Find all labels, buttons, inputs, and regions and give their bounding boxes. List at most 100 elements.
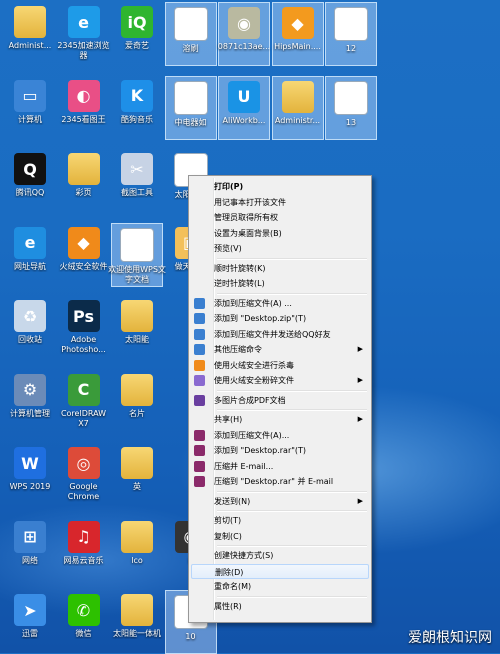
desktop-icon[interactable]: Administ... <box>4 2 56 66</box>
desktop-icon[interactable]: K 酷狗音乐 <box>111 76 163 140</box>
menu-item[interactable]: 添加到 "Desktop.rar"(T) <box>191 443 369 458</box>
desktop-icon[interactable]: ◉ 0871c13ae... <box>218 2 270 66</box>
desktop-icon[interactable]: W 欢迎使用WPS文字文档 <box>108 222 166 287</box>
user-folder-icon <box>14 6 46 38</box>
watermark: 爱朗根知识网 <box>408 630 492 646</box>
desktop-icon-label: 13 <box>345 117 357 127</box>
menu-item[interactable]: 预览(V) <box>191 241 369 256</box>
desktop-icon-label: lco <box>131 555 143 565</box>
menu-separator <box>217 490 367 493</box>
archive-icon <box>194 328 205 340</box>
desktop-icon[interactable]: 太阳能 <box>111 296 163 360</box>
menu-item[interactable]: 创建快捷方式(S) <box>191 548 369 563</box>
pdf-icon <box>194 394 205 406</box>
menu-item[interactable]: 属性(R) <box>191 599 369 614</box>
desktop-icon-label: 0871c13ae... <box>217 42 271 51</box>
menu-item[interactable]: 顺时针旋转(K) <box>191 261 369 276</box>
menu-item[interactable]: 设置为桌面背景(B) <box>191 226 369 241</box>
context-menu: 打印(P) 用记事本打开该文件管理员取得所有权 设置为桌面背景(B) 预览(V) 顺时针… <box>188 175 372 623</box>
browser-e-icon: e <box>67 6 100 38</box>
desktop-icon-label: Administ... <box>8 41 52 50</box>
menu-item[interactable]: 其他压缩命令 ▶ <box>191 342 369 357</box>
menu-item[interactable]: 添加到压缩文件(A)... <box>191 428 369 443</box>
iqiyi-icon: iQ <box>121 6 153 38</box>
desktop-icon[interactable]: ⊞ 网络 <box>4 517 56 581</box>
menu-item-label: 使用火绒安全进行杀毒 <box>214 360 294 370</box>
menu-item[interactable]: 剪切(T) <box>191 513 369 528</box>
desktop-icon-label: 10 <box>185 632 196 641</box>
menu-separator <box>217 409 367 411</box>
desktop-icon[interactable]: U AliWorkb... <box>218 75 270 140</box>
desktop-icon-label: 截图工具 <box>121 188 153 197</box>
menu-item-label: 删除(D) <box>215 567 244 577</box>
menu-item[interactable]: 使用火绒安全粉碎文件 ▶ <box>191 373 369 388</box>
desktop-icon[interactable]: 英 <box>111 443 163 507</box>
archive-icon <box>194 297 205 309</box>
desktop-icon-label: 英 <box>133 482 141 491</box>
desktop-icon[interactable]: ◐ 2345看图王 <box>58 76 110 140</box>
desktop-icon[interactable]: C CorelDRAW X7 <box>58 370 110 434</box>
menu-item[interactable]: 压缩到 "Desktop.rar" 并 E-mail <box>191 474 369 489</box>
menu-item[interactable]: 发送到(N) ▶ <box>191 494 369 509</box>
desktop-icon[interactable]: W WPS 2019 <box>4 443 56 507</box>
desktop-icon[interactable]: e 2345加速浏览器 <box>57 2 110 66</box>
desktop-icon[interactable]: iQ 爱奇艺 <box>111 2 163 66</box>
archive-icon <box>194 344 205 355</box>
desktop-icon[interactable]: 太阳能一体机 <box>111 590 163 654</box>
desktop-icon[interactable]: W 溶刷 <box>164 2 217 66</box>
menu-item[interactable]: 逆时针旋转(L) <box>191 276 369 291</box>
desktop-icon[interactable]: Q 腾讯QQ <box>4 149 56 213</box>
desktop-icon-label: 太阳能一体机 <box>113 629 161 638</box>
netease-music-icon: ♫ <box>67 520 100 553</box>
desktop-icon[interactable]: Administr... <box>271 75 324 140</box>
menu-item[interactable]: 重命名(M) <box>191 579 369 594</box>
menu-item-label: 添加到 "Desktop.rar"(T) <box>214 446 307 455</box>
menu-item[interactable]: 添加到 "Desktop.zip"(T) <box>191 311 369 326</box>
desktop-icon[interactable]: ⚙ 计算机管理 <box>4 370 56 434</box>
menu-item[interactable]: 多图片合成PDF文档 <box>191 393 369 408</box>
desktop-icon-label: 太阳能 <box>125 335 149 344</box>
desktop-icon[interactable]: Ps Adobe Photosho... <box>58 296 110 360</box>
menu-item[interactable]: 压缩并 E-mail... <box>191 459 369 474</box>
menu-item[interactable]: 添加到压缩文件并发送给QQ好友 <box>191 327 369 342</box>
menu-item-label: 用记事本打开该文件 <box>214 197 286 207</box>
menu-item-label: 属性(R) <box>214 601 242 611</box>
wps-doc-icon: W <box>120 227 154 262</box>
desktop-icon[interactable]: ♻ 回收站 <box>4 296 56 360</box>
shield-icon: ◆ <box>281 7 314 39</box>
desktop-icon[interactable]: 名片 <box>111 370 163 434</box>
aliwork-icon: U <box>228 80 260 113</box>
menu-item[interactable]: 使用火绒安全进行杀毒 <box>191 358 369 373</box>
desktop-icon-label: CorelDRAW X7 <box>60 408 107 428</box>
folder-icon <box>67 153 100 185</box>
folder-icon <box>121 594 153 626</box>
desktop-icon[interactable]: ◆ HipsMain.... <box>271 2 324 66</box>
menu-item[interactable]: 共享(H) ▶ <box>191 412 369 427</box>
desktop-icon-label: 酷狗音乐 <box>121 114 153 124</box>
submenu-arrow-icon: ▶ <box>357 415 363 423</box>
menu-item[interactable]: 打印(P) <box>191 179 369 194</box>
desktop-icon[interactable]: ♫ 网易云音乐 <box>58 517 110 581</box>
desktop-icon[interactable]: ◎ Google Chrome <box>58 443 110 507</box>
menu-item[interactable]: 管理员取得所有权 <box>191 210 369 225</box>
desktop-icon[interactable]: e 网址导航 <box>4 223 56 287</box>
desktop-icon[interactable]: ➤ 迅雷 <box>4 590 56 654</box>
menu-item-label: 添加到压缩文件(A)... <box>214 430 290 440</box>
desktop-icon[interactable]: ◆ 火绒安全软件 <box>58 223 110 287</box>
menu-item[interactable]: 复制(C) <box>191 529 369 544</box>
desktop-icon[interactable]: ✂ 截图工具 <box>111 149 163 213</box>
desktop-icon[interactable]: lco <box>111 517 163 581</box>
menu-separator <box>217 510 367 512</box>
scissors-icon: ✂ <box>121 153 153 185</box>
desktop-icon[interactable]: ✆ 微信 <box>58 590 110 654</box>
desktop-icon-label: 2345看图王 <box>61 114 106 124</box>
desktop-icon[interactable]: W 中电器如 <box>164 75 217 140</box>
menu-item[interactable]: 用记事本打开该文件 <box>191 195 369 210</box>
desktop-icon[interactable]: ✉ 12 <box>325 2 377 66</box>
desktop-icon-label: Adobe Photosho... <box>61 335 106 354</box>
desktop-icon[interactable]: 彩页 <box>58 149 110 213</box>
desktop-icon[interactable]: ▭ 计算机 <box>4 76 56 140</box>
menu-item[interactable]: 删除(D) <box>191 563 369 579</box>
menu-item[interactable]: 添加到压缩文件(A) ... <box>191 296 369 311</box>
desktop-icon[interactable]: ✉ 13 <box>325 75 377 140</box>
